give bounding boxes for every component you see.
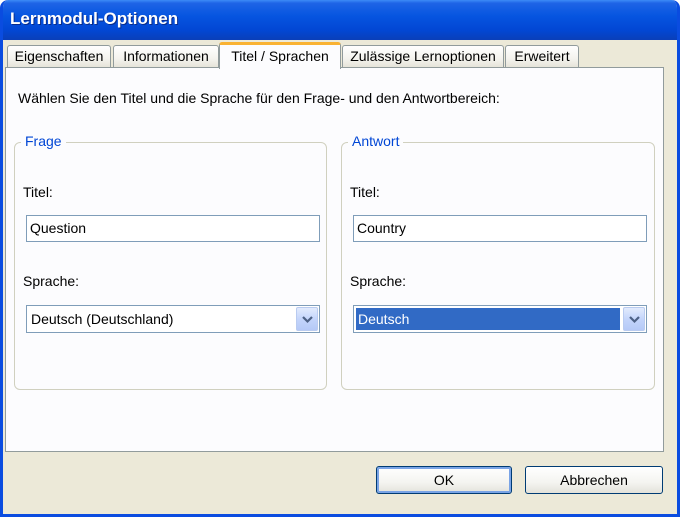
answer-language-select[interactable]: Deutsch [353, 305, 647, 333]
tab-titel-sprachen[interactable]: Titel / Sprachen [219, 42, 341, 69]
window-title: Lernmodul-Optionen [10, 9, 179, 28]
question-group: Frage Titel: Question Sprache: Deutsch (… [14, 133, 327, 390]
dialog-window: Lernmodul-Optionen Eigenschaften Informa… [0, 0, 680, 517]
tab-erweitert[interactable]: Erweitert [505, 45, 579, 67]
answer-language-dropdown-button[interactable] [623, 307, 645, 331]
cancel-button[interactable]: Abbrechen [525, 466, 663, 494]
title-bar[interactable]: Lernmodul-Optionen [3, 0, 677, 40]
answer-legend: Antwort [348, 133, 404, 149]
answer-language-label: Sprache: [350, 273, 407, 289]
answer-title-input[interactable]: Country [353, 215, 647, 242]
question-language-label: Sprache: [23, 273, 80, 289]
chevron-down-icon [302, 316, 313, 324]
question-language-dropdown-button[interactable] [296, 307, 318, 331]
answer-language-value: Deutsch [356, 308, 620, 330]
tab-panel: Wählen Sie den Titel und die Sprache für… [5, 67, 664, 452]
answer-group: Antwort Titel: Country Sprache: Deutsch [341, 133, 655, 390]
question-title-label: Titel: [23, 184, 53, 200]
tab-zulaessige-lernoptionen[interactable]: Zulässige Lernoptionen [342, 45, 504, 67]
question-language-value: Deutsch (Deutschland) [31, 311, 174, 327]
chevron-down-icon [629, 316, 640, 324]
tab-strip: Eigenschaften Informationen Titel / Spra… [5, 42, 675, 69]
question-title-input[interactable]: Question [26, 215, 320, 242]
ok-button[interactable]: OK [376, 466, 512, 494]
answer-title-label: Titel: [350, 184, 380, 200]
question-legend: Frage [21, 133, 66, 149]
tab-eigenschaften[interactable]: Eigenschaften [7, 45, 111, 67]
tab-informationen[interactable]: Informationen [113, 45, 219, 67]
question-language-select[interactable]: Deutsch (Deutschland) [26, 305, 320, 333]
intro-text: Wählen Sie den Titel und die Sprache für… [18, 90, 500, 106]
